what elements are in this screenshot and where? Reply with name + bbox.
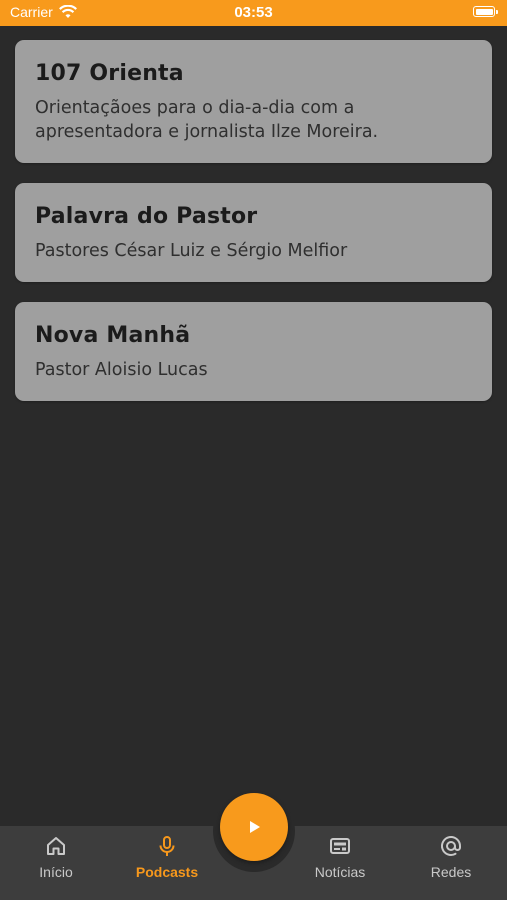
play-icon bbox=[250, 821, 260, 833]
status-time: 03:53 bbox=[234, 4, 273, 21]
podcast-title: 107 Orienta bbox=[35, 61, 184, 86]
battery-icon bbox=[473, 6, 498, 17]
tab-label: Redes bbox=[430, 864, 472, 880]
play-button[interactable] bbox=[220, 793, 288, 861]
podcast-list: 107 Orienta Orientaçãoes para o dia-a-di… bbox=[15, 40, 492, 421]
at-icon bbox=[441, 836, 461, 856]
tab-inicio[interactable]: Início bbox=[16, 834, 96, 880]
tab-label: Notícias bbox=[314, 864, 366, 880]
tab-noticias[interactable]: Notícias bbox=[300, 834, 380, 880]
podcast-card[interactable]: Palavra do Pastor Pastores César Luiz e … bbox=[15, 183, 492, 282]
podcast-card[interactable]: Nova Manhã Pastor Aloisio Lucas bbox=[15, 302, 492, 401]
tab-label: Início bbox=[39, 864, 73, 880]
podcast-description: Pastor Aloisio Lucas bbox=[35, 360, 208, 380]
podcast-title: Palavra do Pastor bbox=[35, 204, 258, 229]
podcast-card[interactable]: 107 Orienta Orientaçãoes para o dia-a-di… bbox=[15, 40, 492, 163]
podcast-description: Pastores César Luiz e Sérgio Melfior bbox=[35, 241, 348, 261]
tab-label: Podcasts bbox=[135, 864, 199, 880]
home-icon bbox=[47, 837, 65, 855]
podcast-description: Orientaçãoes para o dia-a-dia com a apre… bbox=[35, 98, 379, 142]
tab-podcasts[interactable]: Podcasts bbox=[127, 834, 207, 880]
microphone-icon bbox=[159, 836, 175, 856]
podcast-title: Nova Manhã bbox=[35, 323, 191, 348]
tab-redes[interactable]: Redes bbox=[411, 834, 491, 880]
news-icon bbox=[330, 838, 350, 854]
status-bar: Carrier 03:53 bbox=[0, 0, 507, 26]
